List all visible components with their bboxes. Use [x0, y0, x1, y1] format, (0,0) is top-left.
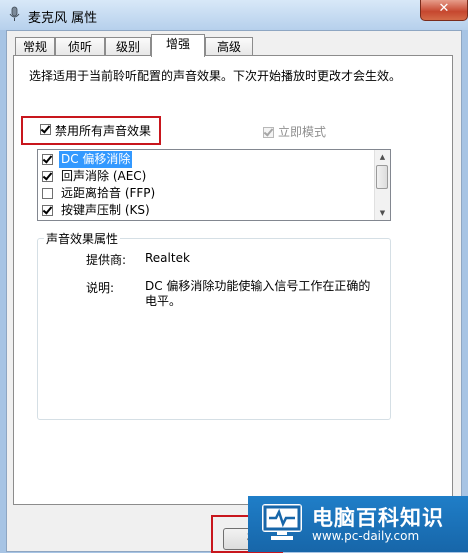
- watermark-url: www.pc-daily.com: [312, 529, 420, 543]
- effect-label: 按键声压制 (KS): [61, 203, 150, 217]
- properties-dialog: 常规 侦听 级别 增强 高级 选择适用于当前聆听配置的声音效果。下次开始播放时更…: [6, 30, 462, 553]
- effect-label: DC 偏移消除: [59, 151, 133, 168]
- enhancements-description: 选择适用于当前聆听配置的声音效果。下次开始播放时更改才会生效。: [29, 69, 402, 83]
- tab-listen[interactable]: 侦听: [55, 37, 105, 56]
- microphone-icon: [6, 6, 22, 22]
- checkbox-icon[interactable]: [42, 171, 53, 182]
- scroll-down-arrow-icon[interactable]: ▼: [375, 206, 390, 220]
- description-label: 说明:: [86, 281, 115, 295]
- effects-scrollbar[interactable]: ▲ ▼: [374, 150, 390, 220]
- effect-properties-group: 声音效果属性 提供商: Realtek 说明: DC 偏移消除功能使输入信号工作…: [37, 230, 391, 420]
- tab-general[interactable]: 常规: [15, 37, 55, 56]
- effect-label: 回声消除 (AEC): [61, 169, 147, 183]
- highlight-annotation: [21, 116, 161, 145]
- checkbox-icon[interactable]: [42, 154, 53, 165]
- tab-levels[interactable]: 级别: [105, 37, 151, 56]
- watermark-banner: 电脑百科知识 www.pc-daily.com: [248, 496, 468, 552]
- scroll-thumb[interactable]: [376, 165, 388, 189]
- description-value: DC 偏移消除功能使输入信号工作在正确的电平。: [145, 279, 371, 308]
- effect-label: 远距离拾音 (FFP): [61, 186, 156, 200]
- tab-advanced[interactable]: 高级: [205, 37, 253, 56]
- close-button[interactable]: ✕: [420, 0, 468, 21]
- effects-list[interactable]: DC 偏移消除 回声消除 (AEC) 远距离拾音 (FFP) 按键声压制 (KS…: [37, 149, 391, 221]
- checkbox-icon: [263, 127, 274, 138]
- title-bar: 麦克风 属性 ✕: [0, 0, 468, 30]
- checkbox-icon[interactable]: [42, 205, 53, 216]
- scroll-up-arrow-icon[interactable]: ▲: [375, 150, 390, 164]
- window-title: 麦克风 属性: [28, 11, 98, 26]
- group-title: 声音效果属性: [44, 230, 121, 247]
- immediate-mode-checkbox: 立即模式: [263, 123, 326, 140]
- provider-value: Realtek: [145, 251, 190, 265]
- provider-label: 提供商:: [86, 253, 127, 267]
- immediate-mode-label: 立即模式: [278, 125, 327, 139]
- watermark-title: 电脑百科知识: [312, 506, 444, 530]
- checkbox-icon[interactable]: [42, 188, 53, 199]
- tab-enhancements[interactable]: 增强: [151, 34, 205, 57]
- monitor-pulse-icon: [262, 504, 302, 540]
